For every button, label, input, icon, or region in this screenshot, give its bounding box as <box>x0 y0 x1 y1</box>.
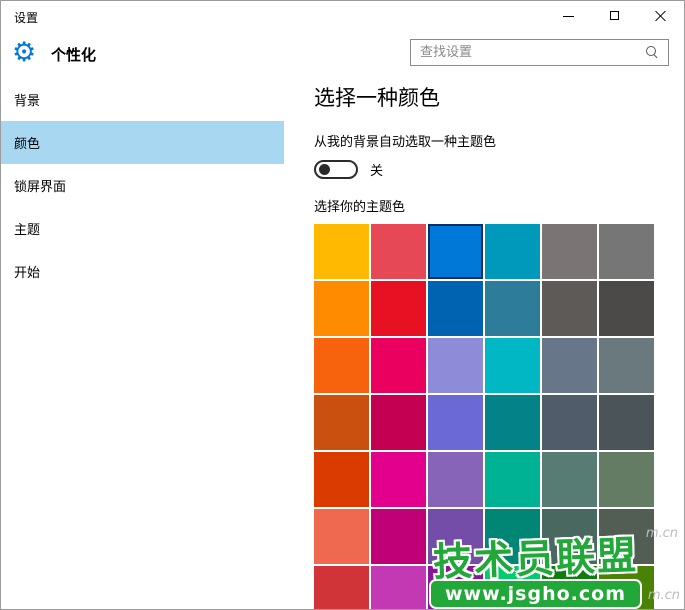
toggle-knob-icon <box>319 164 330 175</box>
color-swatch[interactable] <box>371 452 426 507</box>
body: 背景 颜色 锁屏界面 主题 开始 选择一种颜色 从我的背景自动选取一种主题色 <box>1 76 684 609</box>
sidebar-item-label: 锁屏界面 <box>14 176 66 195</box>
search-icon[interactable] <box>646 46 659 59</box>
sidebar-item-themes[interactable]: 主题 <box>1 207 284 250</box>
color-swatch[interactable] <box>485 338 540 393</box>
auto-pick-label: 从我的背景自动选取一种主题色 <box>314 131 684 150</box>
color-swatch[interactable] <box>599 338 654 393</box>
search-input[interactable] <box>411 40 668 65</box>
color-swatch-selected[interactable] <box>428 224 483 279</box>
color-swatch[interactable] <box>599 281 654 336</box>
color-swatch[interactable] <box>428 509 483 564</box>
color-swatch[interactable] <box>542 452 597 507</box>
toggle-state-label: 关 <box>370 160 383 179</box>
color-swatch[interactable] <box>599 509 654 564</box>
color-swatch[interactable] <box>485 566 540 610</box>
color-swatch[interactable] <box>371 566 426 610</box>
toggle-row: 关 <box>314 160 684 179</box>
color-swatch[interactable] <box>314 395 369 450</box>
titlebar: 设置 <box>1 1 684 31</box>
page-title: 个性化 <box>51 44 96 65</box>
maximize-icon <box>610 11 619 20</box>
sidebar-item-label: 开始 <box>14 262 40 281</box>
minimize-icon <box>563 16 574 17</box>
page-heading: 选择一种颜色 <box>314 82 684 112</box>
color-swatch[interactable] <box>599 224 654 279</box>
color-swatch[interactable] <box>542 509 597 564</box>
color-swatch[interactable] <box>542 566 597 610</box>
auto-pick-toggle[interactable] <box>314 160 358 179</box>
color-swatch[interactable] <box>542 338 597 393</box>
settings-window: 设置 ⚙ 个性化 背景 颜色 锁屏界面 主题 <box>0 0 685 610</box>
color-swatch[interactable] <box>428 281 483 336</box>
search-box <box>410 39 669 66</box>
window-title: 设置 <box>14 9 38 26</box>
color-swatch[interactable] <box>428 452 483 507</box>
gear-icon: ⚙ <box>12 35 36 71</box>
sidebar-item-label: 背景 <box>14 90 40 109</box>
color-swatch[interactable] <box>485 452 540 507</box>
color-swatch[interactable] <box>542 224 597 279</box>
color-swatch[interactable] <box>371 281 426 336</box>
color-swatch[interactable] <box>599 566 654 610</box>
close-icon <box>655 10 667 22</box>
sidebar-item-colors[interactable]: 颜色 <box>1 121 284 164</box>
sidebar-item-label: 颜色 <box>14 133 40 152</box>
color-swatch[interactable] <box>542 395 597 450</box>
color-swatch[interactable] <box>428 566 483 610</box>
maximize-button[interactable] <box>592 1 638 31</box>
color-swatch[interactable] <box>485 224 540 279</box>
close-button[interactable] <box>638 1 684 31</box>
color-swatch[interactable] <box>314 509 369 564</box>
color-swatch[interactable] <box>599 452 654 507</box>
color-swatch[interactable] <box>371 224 426 279</box>
accent-color-label: 选择你的主题色 <box>314 196 684 215</box>
color-swatch[interactable] <box>314 338 369 393</box>
color-swatch[interactable] <box>314 281 369 336</box>
color-swatch[interactable] <box>314 566 369 610</box>
window-controls <box>546 1 684 31</box>
color-swatch[interactable] <box>314 452 369 507</box>
color-swatch[interactable] <box>428 395 483 450</box>
main-content: 选择一种颜色 从我的背景自动选取一种主题色 关 选择你的主题色 <box>314 76 684 609</box>
color-swatch[interactable] <box>599 395 654 450</box>
accent-color-grid <box>314 224 656 610</box>
sidebar-item-lockscreen[interactable]: 锁屏界面 <box>1 164 284 207</box>
header: ⚙ 个性化 <box>1 31 684 76</box>
sidebar-item-label: 主题 <box>14 219 40 238</box>
color-swatch[interactable] <box>371 338 426 393</box>
color-swatch[interactable] <box>485 509 540 564</box>
color-swatch[interactable] <box>428 338 483 393</box>
color-swatch[interactable] <box>485 395 540 450</box>
color-swatch[interactable] <box>314 224 369 279</box>
color-swatch[interactable] <box>485 281 540 336</box>
sidebar-item-start[interactable]: 开始 <box>1 250 284 293</box>
color-swatch[interactable] <box>542 281 597 336</box>
sidebar-item-background[interactable]: 背景 <box>1 78 284 121</box>
sidebar: 背景 颜色 锁屏界面 主题 开始 <box>1 76 284 609</box>
minimize-button[interactable] <box>546 1 592 31</box>
color-swatch[interactable] <box>371 395 426 450</box>
color-swatch[interactable] <box>371 509 426 564</box>
